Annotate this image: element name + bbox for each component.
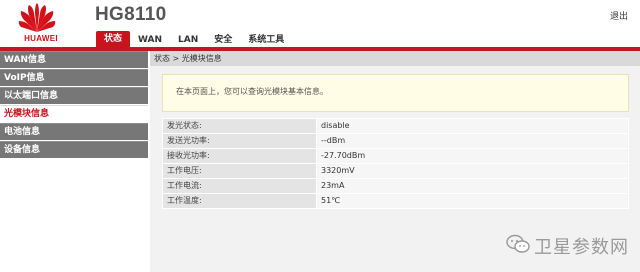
tab-system-tools[interactable]: 系统工具 [240,33,292,47]
watermark: 卫星参数网 [506,230,636,260]
logout-link[interactable]: 退出 [610,9,628,22]
row-label: 发送光功率: [162,133,317,149]
table-row: 发送光功率: --dBm [162,133,629,149]
sidebar-item-optical-module-info[interactable]: 光模块信息 [0,105,148,122]
sidebar-item-battery-info[interactable]: 电池信息 [0,123,148,140]
wechat-icon [506,234,530,253]
huawei-petals-icon [18,3,56,32]
table-row: 工作电流: 23mA [162,178,629,194]
optical-status-table: 发光状态: disable 发送光功率: --dBm 接收光功率: -27.70… [162,118,629,209]
row-label: 工作电流: [162,178,317,194]
sidebar-item-wan-info[interactable]: WAN信息 [0,51,148,68]
row-value: 23mA [316,178,629,194]
row-label: 接收光功率: [162,148,317,164]
tab-wan[interactable]: WAN [130,33,170,47]
tab-lan[interactable]: LAN [170,33,206,47]
sidebar-item-ethernet-port-info[interactable]: 以太端口信息 [0,87,148,104]
row-value: --dBm [316,133,629,149]
sidebar: WAN信息 VoIP信息 以太端口信息 光模块信息 电池信息 设备信息 [0,51,148,272]
brand-name: HUAWEI [24,34,58,43]
info-text: 在本页面上，您可以查询光模块基本信息。 [176,87,328,96]
row-value: -27.70dBm [316,148,629,164]
row-label: 工作电压: [162,163,317,179]
row-value: 3320mV [316,163,629,179]
tab-security[interactable]: 安全 [206,33,240,47]
breadcrumb: 状态 > 光模块信息 [150,51,640,66]
table-row: 接收光功率: -27.70dBm [162,148,629,164]
huawei-logo: HUAWEI [8,3,66,45]
device-model: HG8110 [95,4,167,25]
sidebar-item-voip-info[interactable]: VoIP信息 [0,69,148,86]
row-label: 发光状态: [162,118,317,134]
watermark-text: 卫星参数网 [534,237,629,258]
table-row: 工作电压: 3320mV [162,163,629,179]
row-label: 工作温度: [162,193,317,209]
row-value: 51℃ [316,193,629,209]
table-row: 工作温度: 51℃ [162,193,629,209]
info-box: 在本页面上，您可以查询光模块基本信息。 [162,74,629,112]
top-nav: 状态 WAN LAN 安全 系统工具 [96,31,292,47]
table-row: 发光状态: disable [162,118,629,134]
row-value: disable [316,118,629,134]
header: HUAWEI HG8110 退出 状态 WAN LAN 安全 系统工具 [0,0,640,47]
sidebar-item-device-info[interactable]: 设备信息 [0,141,148,158]
tab-status[interactable]: 状态 [96,31,131,47]
